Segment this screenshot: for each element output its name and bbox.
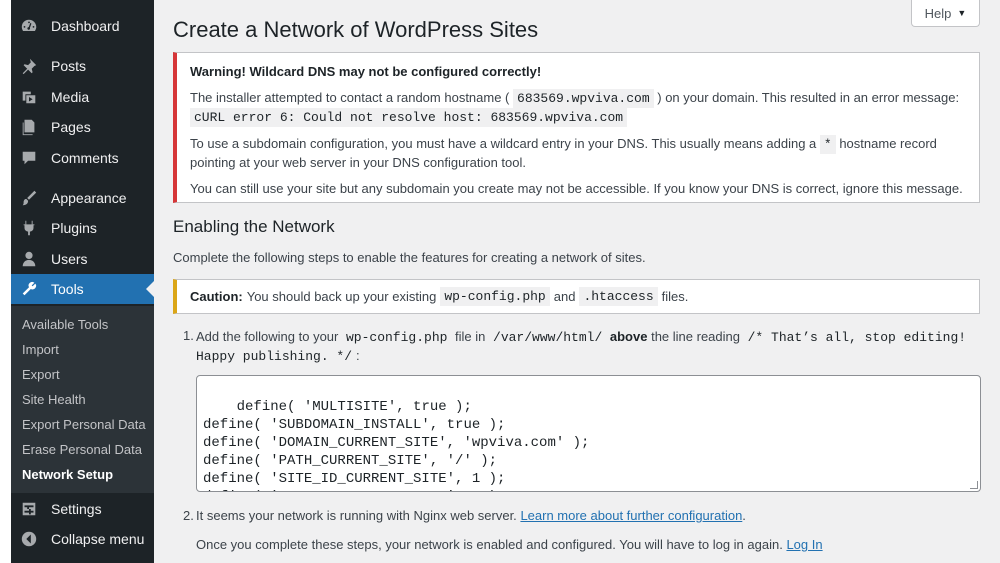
submenu-item-import[interactable]: Import (22, 342, 59, 357)
comment-icon (19, 148, 39, 168)
text: The installer attempted to contact a ran… (190, 90, 510, 105)
collapse-icon (19, 529, 39, 549)
dashboard-icon (19, 16, 39, 36)
path-code: /var/www/html/ (489, 328, 607, 347)
warning-paragraph-2: To use a subdomain configuration, you mu… (190, 135, 967, 172)
wp-config-code: wp-config.php (342, 328, 452, 347)
step-1-instructions: Add the following to your wp-config.php … (196, 328, 986, 366)
menu-label: Collapse menu (51, 531, 145, 547)
random-hostname-code: 683569.wpviva.com (513, 89, 654, 108)
error-message-code: cURL error 6: Could not resolve host: 68… (190, 108, 628, 127)
warning-heading: Warning! Wildcard DNS may not be configu… (190, 64, 542, 79)
step-2-instructions: It seems your network is running with Ng… (196, 508, 746, 523)
text: : (356, 348, 360, 363)
window-left-edge (0, 0, 11, 563)
above-label: above (609, 329, 648, 344)
step-1-number: 1. (183, 328, 194, 343)
main-content: Help ▼ Create a Network of WordPress Sit… (154, 0, 1000, 563)
htaccess-code: .htaccess (579, 287, 658, 306)
page-title: Create a Network of WordPress Sites (173, 17, 539, 42)
submenu-item-available-tools[interactable]: Available Tools (22, 317, 108, 332)
submenu-item-network-setup[interactable]: Network Setup (22, 467, 113, 482)
menu-item-media[interactable]: Media (11, 82, 154, 112)
menu-label: Appearance (51, 190, 127, 206)
submenu-item-export-personal-data[interactable]: Export Personal Data (22, 417, 146, 432)
menu-item-tools[interactable]: Tools (11, 274, 154, 304)
code-block: define( 'MULTISITE', true ); define( 'SU… (203, 399, 590, 491)
text: file in (455, 329, 486, 344)
pin-icon (19, 56, 39, 76)
caret-down-icon: ▼ (957, 8, 967, 18)
help-button[interactable]: Help ▼ (911, 0, 980, 27)
text: It seems your network is running with Ng… (196, 508, 517, 523)
nginx-config-link[interactable]: Learn more about further configuration (520, 508, 742, 523)
menu-label: Posts (51, 58, 87, 74)
section-intro: Complete the following steps to enable t… (173, 250, 646, 265)
submenu-item-export[interactable]: Export (22, 367, 60, 382)
menu-item-appearance[interactable]: Appearance (11, 183, 154, 213)
text: ) on your domain. This resulted in an er… (657, 90, 960, 105)
menu-item-users[interactable]: Users (11, 244, 154, 274)
text: Add the following to your (196, 329, 339, 344)
wrench-icon (19, 279, 39, 299)
menu-item-settings[interactable]: Settings (11, 494, 154, 524)
resize-handle[interactable] (970, 481, 978, 489)
log-in-link[interactable]: Log In (786, 537, 822, 552)
menu-label: Pages (51, 119, 91, 135)
wp-config-code: wp-config.php (440, 287, 550, 306)
tools-submenu: Available Tools Import Export Site Healt… (11, 306, 154, 493)
settings-icon (19, 499, 39, 519)
step-2-number: 2. (183, 508, 194, 523)
wp-config-code-textarea[interactable]: define( 'MULTISITE', true ); define( 'SU… (196, 375, 981, 492)
admin-sidebar: Dashboard Posts Media Pages Comments App… (0, 0, 154, 563)
text: You should back up your existing (246, 289, 437, 304)
plug-icon (19, 218, 39, 238)
backup-caution-notice: Caution: You should back up your existin… (173, 279, 980, 314)
submenu-item-erase-personal-data[interactable]: Erase Personal Data (22, 442, 142, 457)
text: and (553, 289, 576, 304)
warning-paragraph-3: You can still use your site but any subd… (190, 181, 963, 196)
menu-label: Dashboard (51, 18, 120, 34)
menu-item-pages[interactable]: Pages (11, 112, 154, 142)
menu-label: Comments (51, 150, 119, 166)
menu-label: Users (51, 251, 88, 267)
brush-icon (19, 188, 39, 208)
dns-warning-notice: Warning! Wildcard DNS may not be configu… (173, 52, 980, 203)
menu-item-comments[interactable]: Comments (11, 143, 154, 173)
user-icon (19, 249, 39, 269)
completion-message: Once you complete these steps, your netw… (196, 537, 823, 552)
menu-label: Plugins (51, 220, 97, 236)
text: Once you complete these steps, your netw… (196, 537, 783, 552)
section-title: Enabling the Network (173, 217, 335, 236)
menu-label: Settings (51, 501, 102, 517)
text: the line reading (651, 329, 740, 344)
menu-item-plugins[interactable]: Plugins (11, 213, 154, 243)
text: . (742, 508, 746, 523)
help-label: Help (924, 5, 952, 21)
current-page-arrow (146, 281, 154, 297)
warning-paragraph-1: The installer attempted to contact a ran… (190, 89, 967, 127)
menu-label: Media (51, 89, 90, 105)
wildcard-code: * (819, 135, 836, 154)
caution-label: Caution: (190, 289, 243, 304)
collapse-menu-button[interactable]: Collapse menu (11, 524, 154, 554)
submenu-item-site-health[interactable]: Site Health (22, 392, 86, 407)
menu-label: Tools (51, 281, 84, 297)
pages-icon (19, 117, 39, 137)
text: To use a subdomain configuration, you mu… (190, 136, 817, 151)
media-icon (19, 87, 39, 107)
text: files. (661, 289, 689, 304)
menu-item-dashboard[interactable]: Dashboard (11, 11, 154, 41)
menu-item-posts[interactable]: Posts (11, 51, 154, 81)
